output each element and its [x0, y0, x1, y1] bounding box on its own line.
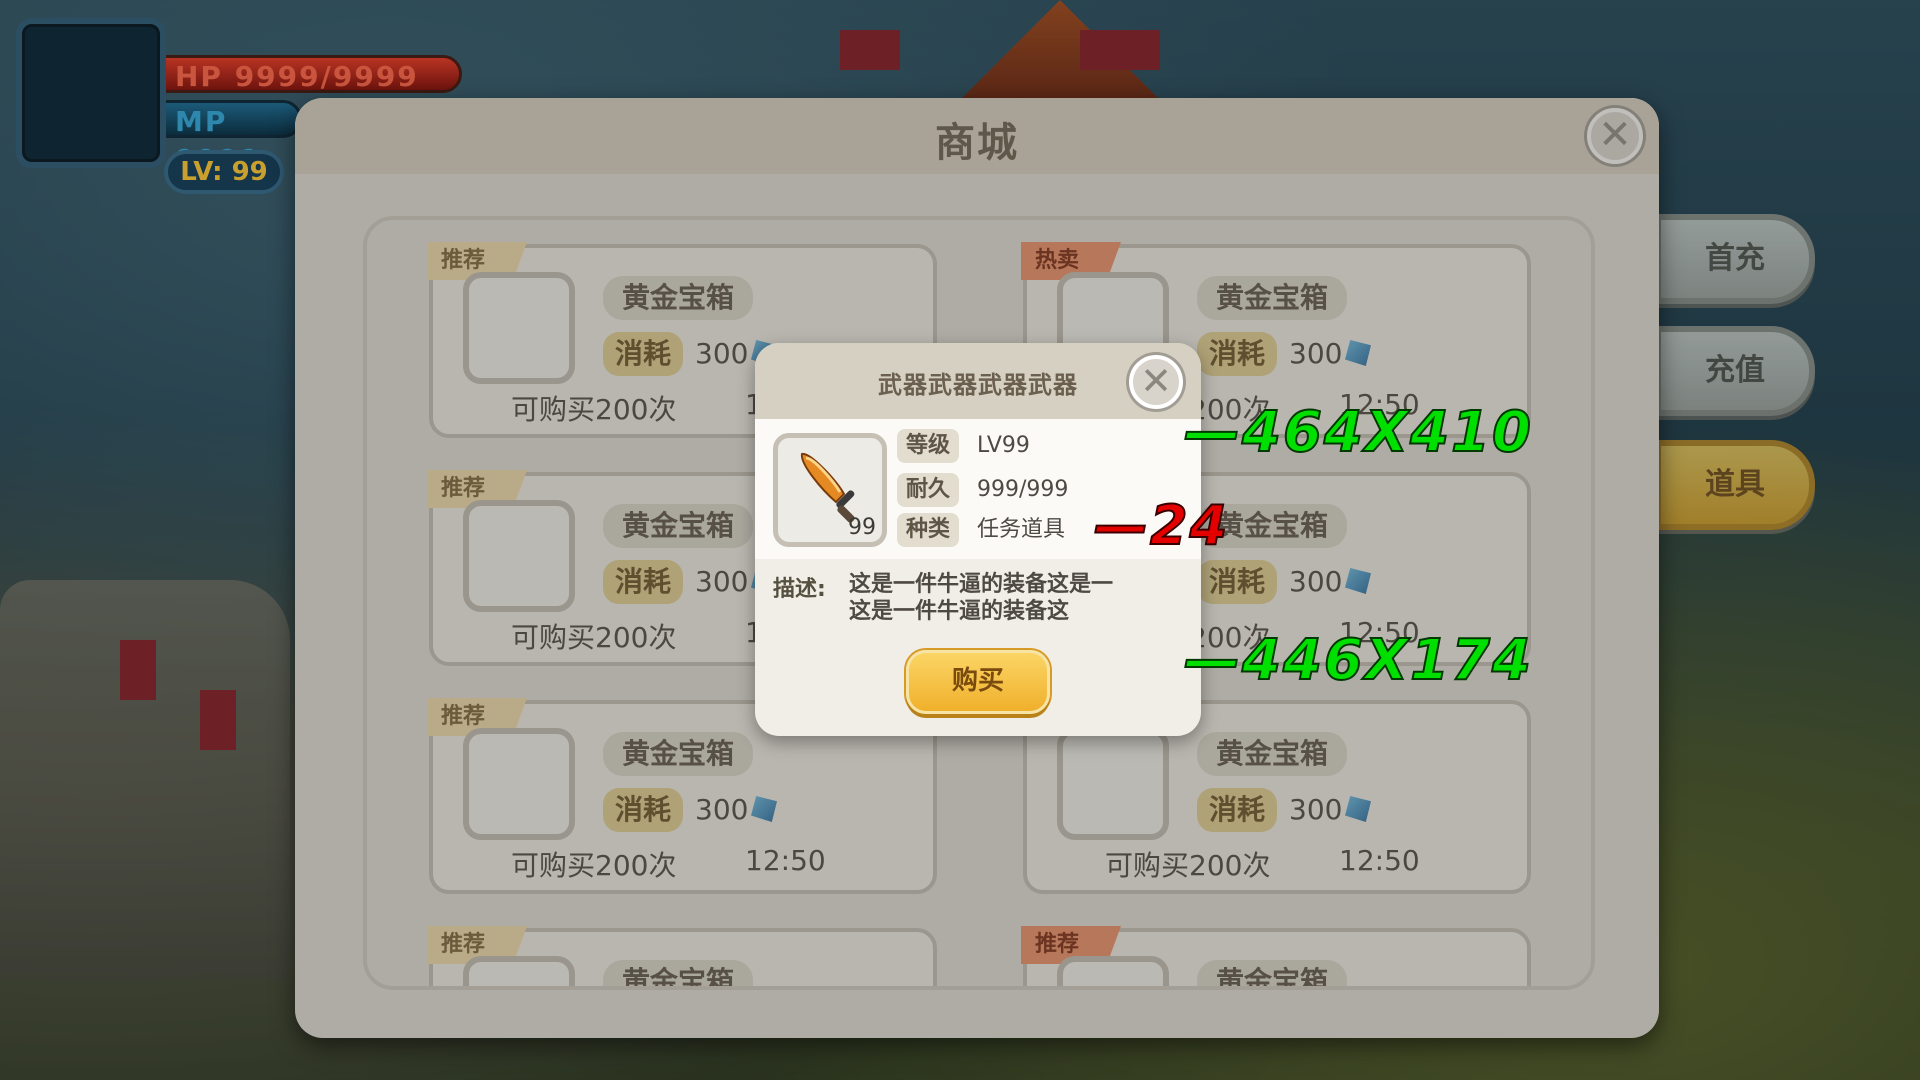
item-slot: 99 [773, 433, 887, 547]
description-line: 这是一件牛逼的装备这 [849, 599, 1070, 624]
close-icon[interactable]: ✕ [1129, 355, 1183, 409]
gem-icon [1345, 796, 1371, 822]
level-value: LV99 [977, 433, 1030, 458]
description-text: 这是一件牛逼的装备这是一 这是一件牛逼的装备这 [849, 571, 1169, 625]
cost-label: 消耗 [1197, 332, 1277, 376]
level-label: 等级 [897, 429, 959, 463]
cost-value: 300 [1289, 337, 1343, 370]
gem-icon [751, 796, 777, 822]
level-badge: LV: 99 [164, 150, 284, 194]
item-name: 黄金宝箱 [1197, 732, 1347, 776]
item-name: 黄金宝箱 [1197, 960, 1347, 986]
shop-card[interactable]: 推荐黄金宝箱消耗300可购买200次12:50 [1021, 926, 1531, 986]
durability-value: 999/999 [977, 477, 1069, 502]
avatar[interactable] [16, 18, 166, 168]
type-label: 种类 [897, 513, 959, 547]
item-name: 黄金宝箱 [603, 276, 753, 320]
gem-icon [1345, 568, 1371, 594]
item-slot [1057, 956, 1169, 986]
durability-label: 耐久 [897, 473, 959, 507]
cost-label: 消耗 [1197, 560, 1277, 604]
item-name: 黄金宝箱 [603, 960, 753, 986]
tab-items[interactable]: 道具 [1655, 440, 1815, 530]
item-slot [463, 728, 575, 840]
cost-value: 300 [1289, 793, 1343, 826]
gap-annotation: —24 [1093, 493, 1230, 558]
purchase-limit: 可购买200次 [511, 393, 677, 426]
tab-recharge[interactable]: 充值 [1655, 326, 1815, 416]
item-slot [463, 956, 575, 986]
item-slot [1057, 728, 1169, 840]
purchase-limit: 可购买200次 [511, 621, 677, 654]
item-slot [463, 500, 575, 612]
cost-label: 消耗 [603, 788, 683, 832]
cost-value: 300 [1289, 565, 1343, 598]
cost-label: 消耗 [603, 560, 683, 604]
cost-label: 消耗 [603, 332, 683, 376]
purchase-limit: 可购买200次 [1105, 849, 1271, 882]
gem-icon [1345, 340, 1371, 366]
description-label: 描述: [773, 577, 826, 602]
size-annotation: —446X174 [1183, 627, 1533, 694]
cost-value: 300 [695, 565, 749, 598]
type-value: 任务道具 [977, 517, 1066, 542]
timer: 12:50 [1339, 844, 1420, 877]
item-count: 99 [848, 515, 876, 540]
mp-bar: MP 9999 [162, 100, 302, 176]
item-name: 黄金宝箱 [603, 732, 753, 776]
shop-header: 商城 ✕ [295, 98, 1659, 174]
tab-first-recharge[interactable]: 首充 [1655, 214, 1815, 304]
timer: 12:50 [745, 844, 826, 877]
cost-label: 消耗 [1197, 788, 1277, 832]
size-annotation: —464X410 [1183, 399, 1533, 466]
page-title: 商城 [935, 120, 1019, 166]
purchase-limit: 可购买200次 [511, 849, 677, 882]
item-detail-header: 武器武器武器武器 ✕ [755, 343, 1201, 419]
item-name: 黄金宝箱 [603, 504, 753, 548]
buy-button[interactable]: 购买 [906, 650, 1050, 714]
close-icon[interactable]: ✕ [1587, 108, 1643, 164]
cost-value: 300 [695, 793, 749, 826]
item-slot [463, 272, 575, 384]
cost-value: 300 [695, 337, 749, 370]
item-name: 黄金宝箱 [1197, 276, 1347, 320]
hp-bar: HP 9999/9999 [162, 55, 462, 93]
shop-card[interactable]: 推荐黄金宝箱消耗300可购买200次12:50 [427, 926, 937, 986]
description-line: 这是一件牛逼的装备这是一 [849, 572, 1114, 597]
